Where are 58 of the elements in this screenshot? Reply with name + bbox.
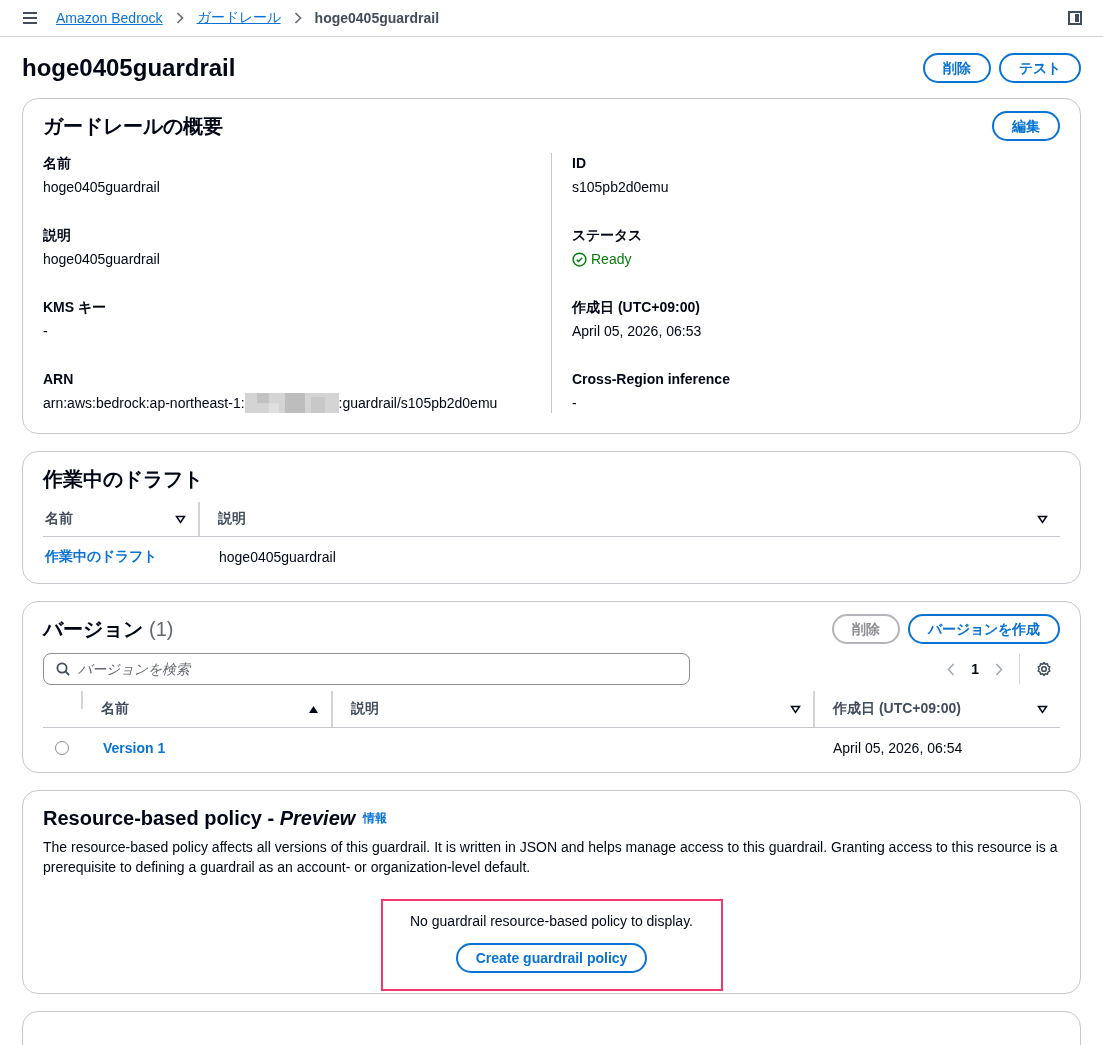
field-label: 作成日 (UTC+09:00) [572, 298, 701, 317]
field-value: s105pb2d0emu [572, 178, 670, 197]
field-label: ARN [43, 370, 75, 389]
draft-link[interactable]: 作業中のドラフト [45, 548, 157, 566]
column-header[interactable]: 説明 [218, 510, 246, 528]
search-icon [56, 662, 70, 676]
chevron-icon [175, 12, 184, 24]
check-circle-icon [572, 251, 587, 267]
count-text: (1) [149, 617, 174, 642]
info-link[interactable]: 情報 [363, 809, 388, 827]
breadcrumb-link[interactable]: ガードレール [196, 9, 281, 27]
sort-icon[interactable] [1037, 704, 1048, 714]
breadcrumb-link[interactable]: Amazon Bedrock [56, 10, 163, 26]
description-text: The resource-based policy affects all versions of this guardrail. It is written in JSON and helps manage access to this guardrail. Granting access to this resource is a prerequisite to defining a guardrail as an account- or organization-level default. [43, 838, 1059, 877]
field-value: hoge0405guardrail [43, 178, 161, 197]
settings-icon[interactable] [1036, 661, 1052, 677]
page-title: hoge0405guardrail [22, 53, 236, 82]
field-value: arn:aws:bedrock:ap-northeast-1: [43, 394, 245, 413]
action-button[interactable]: バージョンを作成 [908, 614, 1060, 644]
status-text: Ready [591, 250, 632, 269]
field-value: April 05, 2026, 06:53 [572, 322, 703, 341]
version-link[interactable]: Version 1 [103, 740, 166, 756]
column-header[interactable]: 作成日 (UTC+09:00) [833, 700, 961, 718]
field-label: 説明 [43, 226, 72, 245]
page-number[interactable]: 1 [971, 661, 979, 677]
field-value: :guardrail/s105pb2d0emu [338, 394, 498, 413]
section-title: ガードレールの概要 [43, 114, 223, 139]
panel-toggle-icon[interactable] [1068, 11, 1082, 25]
column-header[interactable]: 説明 [351, 700, 379, 718]
sort-icon[interactable] [175, 514, 186, 524]
menu-icon[interactable] [22, 12, 38, 24]
edit-button[interactable]: 編集 [992, 111, 1060, 141]
action-button[interactable]: 削除 [923, 52, 991, 83]
breadcrumb-current: hoge0405guardrail [314, 10, 440, 26]
create-policy-button[interactable]: Create guardrail policy [455, 943, 648, 973]
search-field[interactable]: バージョンを検索 [43, 653, 690, 685]
sort-ascending-icon[interactable] [308, 704, 319, 714]
sort-icon[interactable] [790, 704, 801, 714]
column-header[interactable]: 名前 [101, 700, 129, 718]
field-label: KMS キー [43, 298, 107, 317]
field-label: 名前 [43, 154, 72, 173]
field-label: ステータス [572, 226, 643, 245]
action-button[interactable]: テスト [999, 52, 1081, 83]
table-cell: hoge0405guardrail [219, 549, 336, 565]
field-label: Cross-Region inference [572, 370, 731, 389]
field-value: - [43, 322, 49, 341]
column-header[interactable]: 名前 [45, 510, 73, 528]
section-title: バージョン [43, 617, 143, 642]
empty-message: No guardrail resource-based policy to display. [410, 912, 693, 931]
chevron-icon [293, 12, 302, 24]
section-title: Resource-based policy - Preview [43, 806, 356, 831]
radio-button[interactable] [55, 741, 69, 755]
table-cell: April 05, 2026, 06:54 [833, 740, 963, 756]
section-title: 作業中のドラフト [43, 467, 204, 492]
field-value: - [572, 394, 578, 413]
field-label: ID [572, 154, 587, 173]
sort-icon[interactable] [1037, 514, 1048, 524]
field-value: hoge0405guardrail [43, 250, 161, 269]
